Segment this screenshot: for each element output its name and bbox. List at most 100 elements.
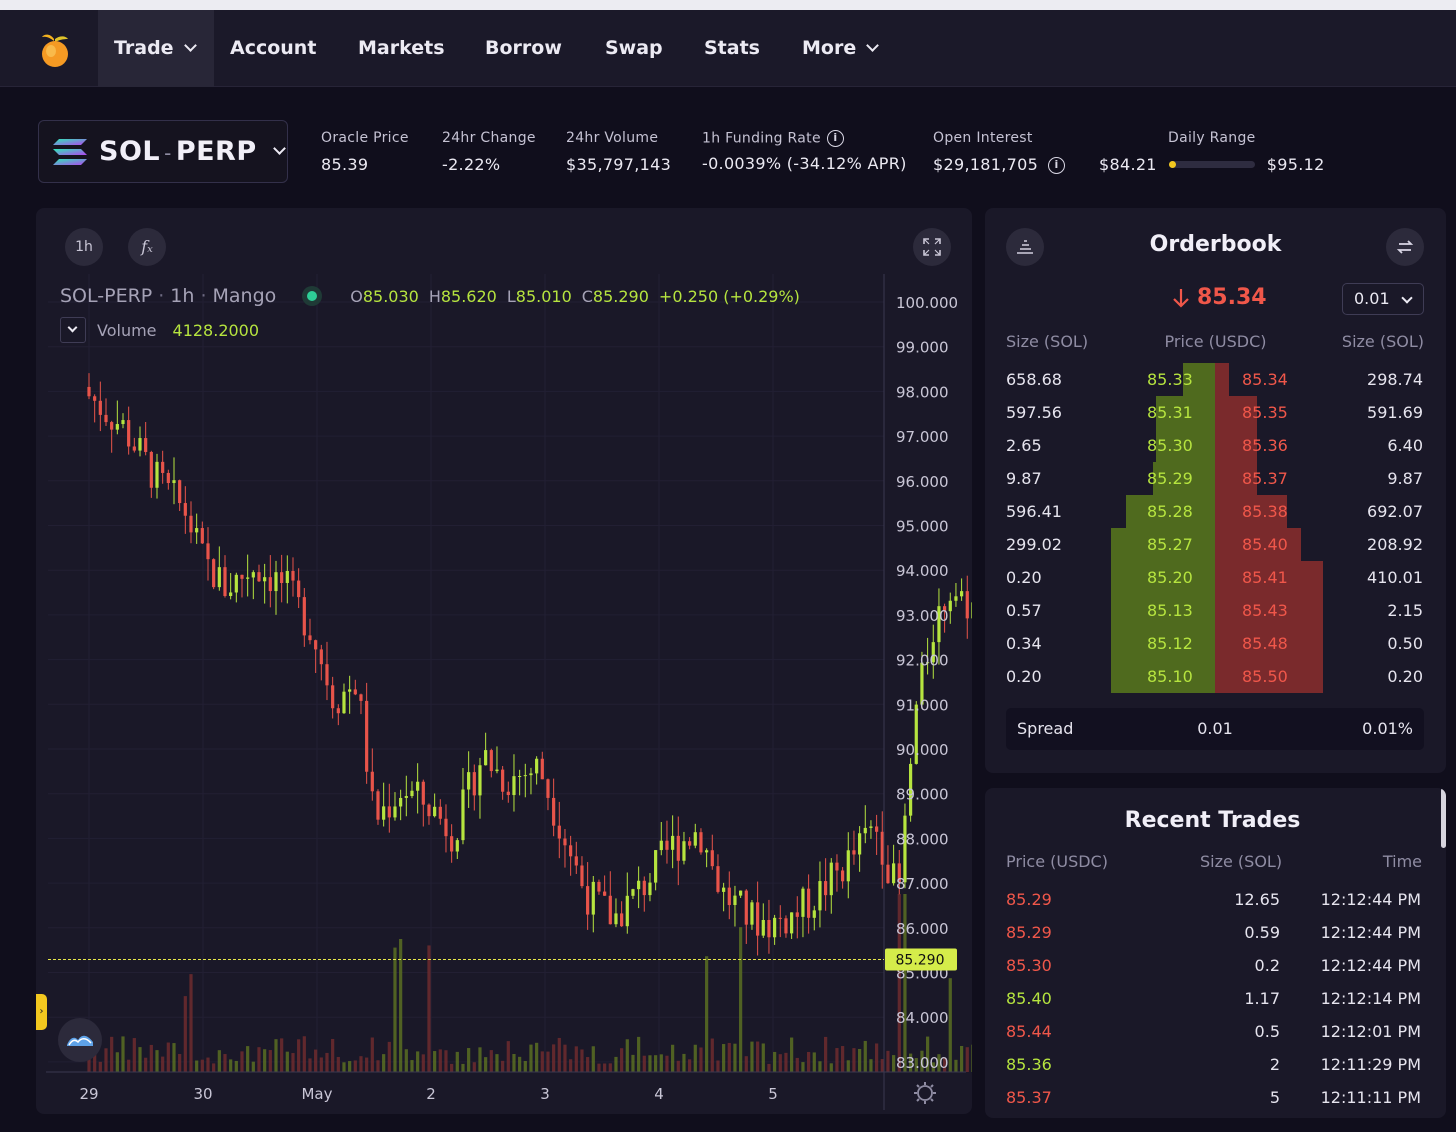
volume-bar (478, 1047, 482, 1072)
candle-body (370, 771, 374, 792)
candle-body (410, 790, 414, 797)
candle-body (348, 689, 352, 692)
nav-item-account[interactable]: Account (230, 10, 316, 87)
candle-body (727, 887, 731, 906)
bid-size: 299.02 (1006, 535, 1062, 554)
candle-body (665, 840, 669, 850)
mango-logo-icon[interactable] (38, 30, 72, 68)
ask-price: 85.40 (1242, 535, 1288, 554)
tradingview-logo-icon[interactable] (58, 1018, 102, 1062)
orderbook-row[interactable]: 658.68 85.33 85.34 298.74 (985, 363, 1445, 396)
candle-body (240, 574, 244, 579)
nav-item-trade[interactable]: Trade (98, 10, 214, 87)
volume-bar (829, 1063, 833, 1072)
bid-price: 85.29 (1147, 469, 1193, 488)
trade-size: 0.59 (1244, 923, 1280, 942)
volume-bar (98, 1061, 102, 1072)
candle-body (597, 881, 601, 892)
orderbook-row[interactable]: 9.87 85.29 85.37 9.87 (985, 462, 1445, 495)
orderbook-row[interactable]: 0.20 85.10 85.50 0.20 (985, 660, 1445, 693)
stat-daily-range: Daily Range $84.21 $95.12 (1099, 130, 1329, 174)
candle-body (359, 694, 363, 701)
market-name: SOL - PERP (99, 136, 257, 167)
y-tick-label: 96.000 (896, 473, 949, 491)
volume-bar (824, 1036, 828, 1072)
orderbook-row[interactable]: 0.34 85.12 85.48 0.50 (985, 627, 1445, 660)
volume-bar (183, 996, 187, 1072)
volume-bar (784, 1052, 788, 1072)
range-bar-fill (1168, 161, 1176, 168)
swap-sides-button[interactable] (1386, 228, 1424, 266)
stat-value: 85.39 (321, 155, 369, 174)
trade-row: 85.30 0.2 12:12:44 PM (985, 949, 1445, 982)
volume-bar (161, 1056, 165, 1072)
x-tick-label: 2 (426, 1085, 436, 1103)
market-selector[interactable]: SOL - PERP (38, 120, 288, 183)
candle-body (376, 791, 380, 820)
volume-bar (370, 1037, 374, 1072)
chevron-down-icon (183, 39, 197, 52)
volume-bar (965, 1047, 969, 1072)
collapse-volume-button[interactable] (60, 317, 86, 343)
nav-item-more[interactable]: More (802, 10, 880, 87)
tick-size-select[interactable]: 0.01 (1342, 283, 1424, 315)
candle-body (501, 769, 505, 792)
volume-bar (875, 1043, 879, 1072)
volume-bar (393, 947, 397, 1072)
info-icon[interactable]: i (1048, 157, 1066, 174)
candle-body (166, 472, 170, 484)
orderbook-row[interactable]: 597.56 85.31 85.35 591.69 (985, 396, 1445, 429)
candle-body (495, 769, 499, 772)
trades-header-time: Time (1382, 852, 1422, 871)
bid-size: 0.20 (1006, 667, 1042, 686)
stat-24h-volume: 24hr Volume $35,797,143 (566, 130, 671, 174)
info-icon[interactable]: i (826, 130, 844, 147)
candle-body (183, 503, 187, 516)
candle-body (671, 835, 675, 850)
legend-symbol: SOL-PERP (60, 285, 153, 307)
trade-time: 12:11:29 PM (1320, 1055, 1421, 1074)
volume-bar (223, 1054, 227, 1072)
spread-row: Spread 0.01 0.01% (1006, 708, 1424, 750)
volume-bar (801, 1062, 805, 1072)
volume-bar (240, 1051, 244, 1072)
candle-body (291, 570, 295, 581)
toolbar-toggle-handle[interactable]: › (36, 994, 47, 1030)
nav-item-stats[interactable]: Stats (704, 10, 760, 87)
volume-bar (807, 1051, 811, 1072)
candle-body (342, 691, 346, 714)
candle-body (710, 850, 714, 867)
orderbook-row[interactable]: 2.65 85.30 85.36 6.40 (985, 429, 1445, 462)
candle-body (886, 864, 890, 884)
candle-body (954, 596, 958, 601)
volume-label: Volume (97, 320, 157, 340)
price-chart[interactable]: 100.000 99.000 98.000 97.000 96.000 95.000 94.… (36, 208, 972, 1114)
bid-size: 9.87 (1006, 469, 1042, 488)
volume-bar (591, 1046, 595, 1072)
orderbook-row[interactable]: 0.20 85.20 85.41 410.01 (985, 561, 1445, 594)
bid-size: 2.65 (1006, 436, 1042, 455)
stat-label: Open Interest (933, 130, 1033, 146)
trade-time: 12:12:44 PM (1320, 923, 1421, 942)
nav-item-borrow[interactable]: Borrow (485, 10, 562, 87)
settings-gear-icon[interactable] (914, 1082, 936, 1104)
candle-body (716, 866, 720, 892)
bid-price: 85.27 (1147, 535, 1193, 554)
candle-body (110, 422, 114, 430)
stat-oracle-price: Oracle Price 85.39 (321, 130, 409, 174)
nav-item-label: More (802, 37, 857, 59)
bid-price: 85.20 (1147, 568, 1193, 587)
scrollbar-thumb[interactable] (1441, 788, 1446, 848)
orderbook-row[interactable]: 596.41 85.28 85.38 692.07 (985, 495, 1445, 528)
ask-price: 85.48 (1242, 634, 1288, 653)
volume-bar (773, 1051, 777, 1072)
volume-bar (716, 1060, 720, 1072)
orderbook-row[interactable]: 299.02 85.27 85.40 208.92 (985, 528, 1445, 561)
orderbook-row[interactable]: 0.57 85.13 85.43 2.15 (985, 594, 1445, 627)
nav-item-markets[interactable]: Markets (358, 10, 445, 87)
volume-bar (761, 1043, 765, 1072)
candle-body (285, 570, 289, 583)
top-nav: Trade Account Markets Borrow Swap Stats More (0, 10, 1456, 87)
nav-item-swap[interactable]: Swap (605, 10, 663, 87)
stat-value: -0.0039% (-34.12% APR) (702, 154, 907, 173)
